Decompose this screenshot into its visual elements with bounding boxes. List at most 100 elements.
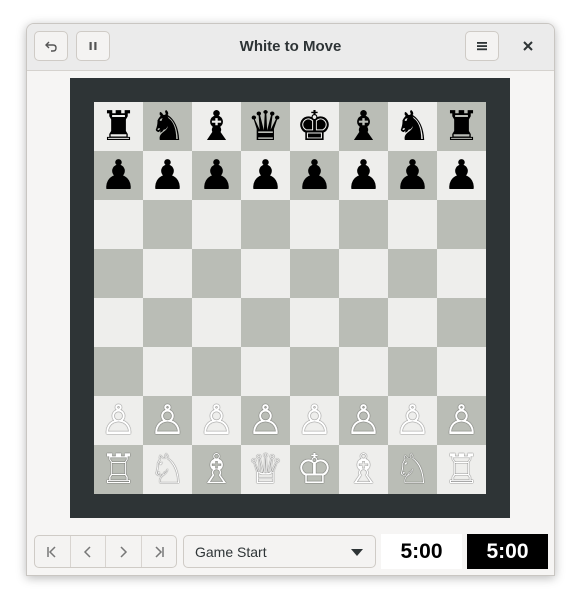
last-move-button[interactable] xyxy=(142,536,177,567)
menu-button[interactable] xyxy=(465,31,499,61)
square-a1[interactable]: ♖ xyxy=(94,445,143,494)
white-piece[interactable]: ♙ xyxy=(100,400,137,441)
square-c8[interactable]: ♝ xyxy=(192,102,241,151)
square-e8[interactable]: ♚ xyxy=(290,102,339,151)
square-e7[interactable]: ♟ xyxy=(290,151,339,200)
square-a2[interactable]: ♙ xyxy=(94,396,143,445)
square-d3[interactable] xyxy=(241,347,290,396)
white-piece[interactable]: ♗ xyxy=(198,449,235,490)
square-b5[interactable] xyxy=(143,249,192,298)
square-e6[interactable] xyxy=(290,200,339,249)
square-c4[interactable] xyxy=(192,298,241,347)
square-b3[interactable] xyxy=(143,347,192,396)
square-h8[interactable]: ♜ xyxy=(437,102,486,151)
square-a5[interactable] xyxy=(94,249,143,298)
white-piece[interactable]: ♙ xyxy=(443,400,480,441)
white-piece[interactable]: ♔ xyxy=(296,449,333,490)
square-h7[interactable]: ♟ xyxy=(437,151,486,200)
close-button[interactable] xyxy=(515,33,541,59)
square-d2[interactable]: ♙ xyxy=(241,396,290,445)
square-g5[interactable] xyxy=(388,249,437,298)
black-piece[interactable]: ♟ xyxy=(443,155,480,196)
square-a4[interactable] xyxy=(94,298,143,347)
next-move-button[interactable] xyxy=(106,536,142,567)
black-piece[interactable]: ♞ xyxy=(394,106,431,147)
white-piece[interactable]: ♖ xyxy=(443,449,480,490)
square-h1[interactable]: ♖ xyxy=(437,445,486,494)
square-e1[interactable]: ♔ xyxy=(290,445,339,494)
square-a7[interactable]: ♟ xyxy=(94,151,143,200)
white-piece[interactable]: ♙ xyxy=(296,400,333,441)
square-c7[interactable]: ♟ xyxy=(192,151,241,200)
square-a6[interactable] xyxy=(94,200,143,249)
square-f7[interactable]: ♟ xyxy=(339,151,388,200)
square-e2[interactable]: ♙ xyxy=(290,396,339,445)
black-piece[interactable]: ♝ xyxy=(198,106,235,147)
white-piece[interactable]: ♘ xyxy=(149,449,186,490)
square-b1[interactable]: ♘ xyxy=(143,445,192,494)
square-g6[interactable] xyxy=(388,200,437,249)
square-g8[interactable]: ♞ xyxy=(388,102,437,151)
black-piece[interactable]: ♟ xyxy=(247,155,284,196)
move-history-dropdown[interactable]: Game Start xyxy=(183,535,376,568)
square-c5[interactable] xyxy=(192,249,241,298)
square-g2[interactable]: ♙ xyxy=(388,396,437,445)
black-piece[interactable]: ♚ xyxy=(296,106,333,147)
square-f8[interactable]: ♝ xyxy=(339,102,388,151)
square-f6[interactable] xyxy=(339,200,388,249)
white-piece[interactable]: ♙ xyxy=(149,400,186,441)
square-c1[interactable]: ♗ xyxy=(192,445,241,494)
square-h2[interactable]: ♙ xyxy=(437,396,486,445)
square-e3[interactable] xyxy=(290,347,339,396)
first-move-button[interactable] xyxy=(35,536,71,567)
square-b7[interactable]: ♟ xyxy=(143,151,192,200)
square-h6[interactable] xyxy=(437,200,486,249)
black-piece[interactable]: ♜ xyxy=(443,106,480,147)
square-d4[interactable] xyxy=(241,298,290,347)
black-piece[interactable]: ♟ xyxy=(149,155,186,196)
square-g1[interactable]: ♘ xyxy=(388,445,437,494)
chess-board[interactable]: ♜ ♞ ♝ ♛ ♚ ♝ ♞ ♜ ♟ ♟ ♟ ♟ ♟ ♟ ♟ ♟ ♙ ♙ ♙ ♙ ♙ ♙ ♙ ♙ ♖ ♘ ♗ ♕ ♔ ♗ ♘ ♖ xyxy=(94,102,486,494)
square-f2[interactable]: ♙ xyxy=(339,396,388,445)
square-h4[interactable] xyxy=(437,298,486,347)
square-f5[interactable] xyxy=(339,249,388,298)
black-piece[interactable]: ♟ xyxy=(345,155,382,196)
square-f4[interactable] xyxy=(339,298,388,347)
white-piece[interactable]: ♗ xyxy=(345,449,382,490)
white-piece[interactable]: ♖ xyxy=(100,449,137,490)
square-b6[interactable] xyxy=(143,200,192,249)
square-c6[interactable] xyxy=(192,200,241,249)
square-d7[interactable]: ♟ xyxy=(241,151,290,200)
square-g7[interactable]: ♟ xyxy=(388,151,437,200)
square-g4[interactable] xyxy=(388,298,437,347)
square-a3[interactable] xyxy=(94,347,143,396)
square-c3[interactable] xyxy=(192,347,241,396)
black-piece[interactable]: ♝ xyxy=(345,106,382,147)
square-f3[interactable] xyxy=(339,347,388,396)
square-e4[interactable] xyxy=(290,298,339,347)
black-piece[interactable]: ♞ xyxy=(149,106,186,147)
white-piece[interactable]: ♘ xyxy=(394,449,431,490)
black-piece[interactable]: ♜ xyxy=(100,106,137,147)
square-b8[interactable]: ♞ xyxy=(143,102,192,151)
white-piece[interactable]: ♕ xyxy=(247,449,284,490)
square-f1[interactable]: ♗ xyxy=(339,445,388,494)
square-h3[interactable] xyxy=(437,347,486,396)
black-piece[interactable]: ♟ xyxy=(394,155,431,196)
square-e5[interactable] xyxy=(290,249,339,298)
square-d1[interactable]: ♕ xyxy=(241,445,290,494)
white-piece[interactable]: ♙ xyxy=(247,400,284,441)
square-h5[interactable] xyxy=(437,249,486,298)
square-d5[interactable] xyxy=(241,249,290,298)
square-d8[interactable]: ♛ xyxy=(241,102,290,151)
black-piece[interactable]: ♟ xyxy=(296,155,333,196)
square-c2[interactable]: ♙ xyxy=(192,396,241,445)
white-piece[interactable]: ♙ xyxy=(198,400,235,441)
square-b2[interactable]: ♙ xyxy=(143,396,192,445)
square-d6[interactable] xyxy=(241,200,290,249)
previous-move-button[interactable] xyxy=(71,536,106,567)
black-piece[interactable]: ♟ xyxy=(198,155,235,196)
white-piece[interactable]: ♙ xyxy=(394,400,431,441)
square-a8[interactable]: ♜ xyxy=(94,102,143,151)
square-g3[interactable] xyxy=(388,347,437,396)
